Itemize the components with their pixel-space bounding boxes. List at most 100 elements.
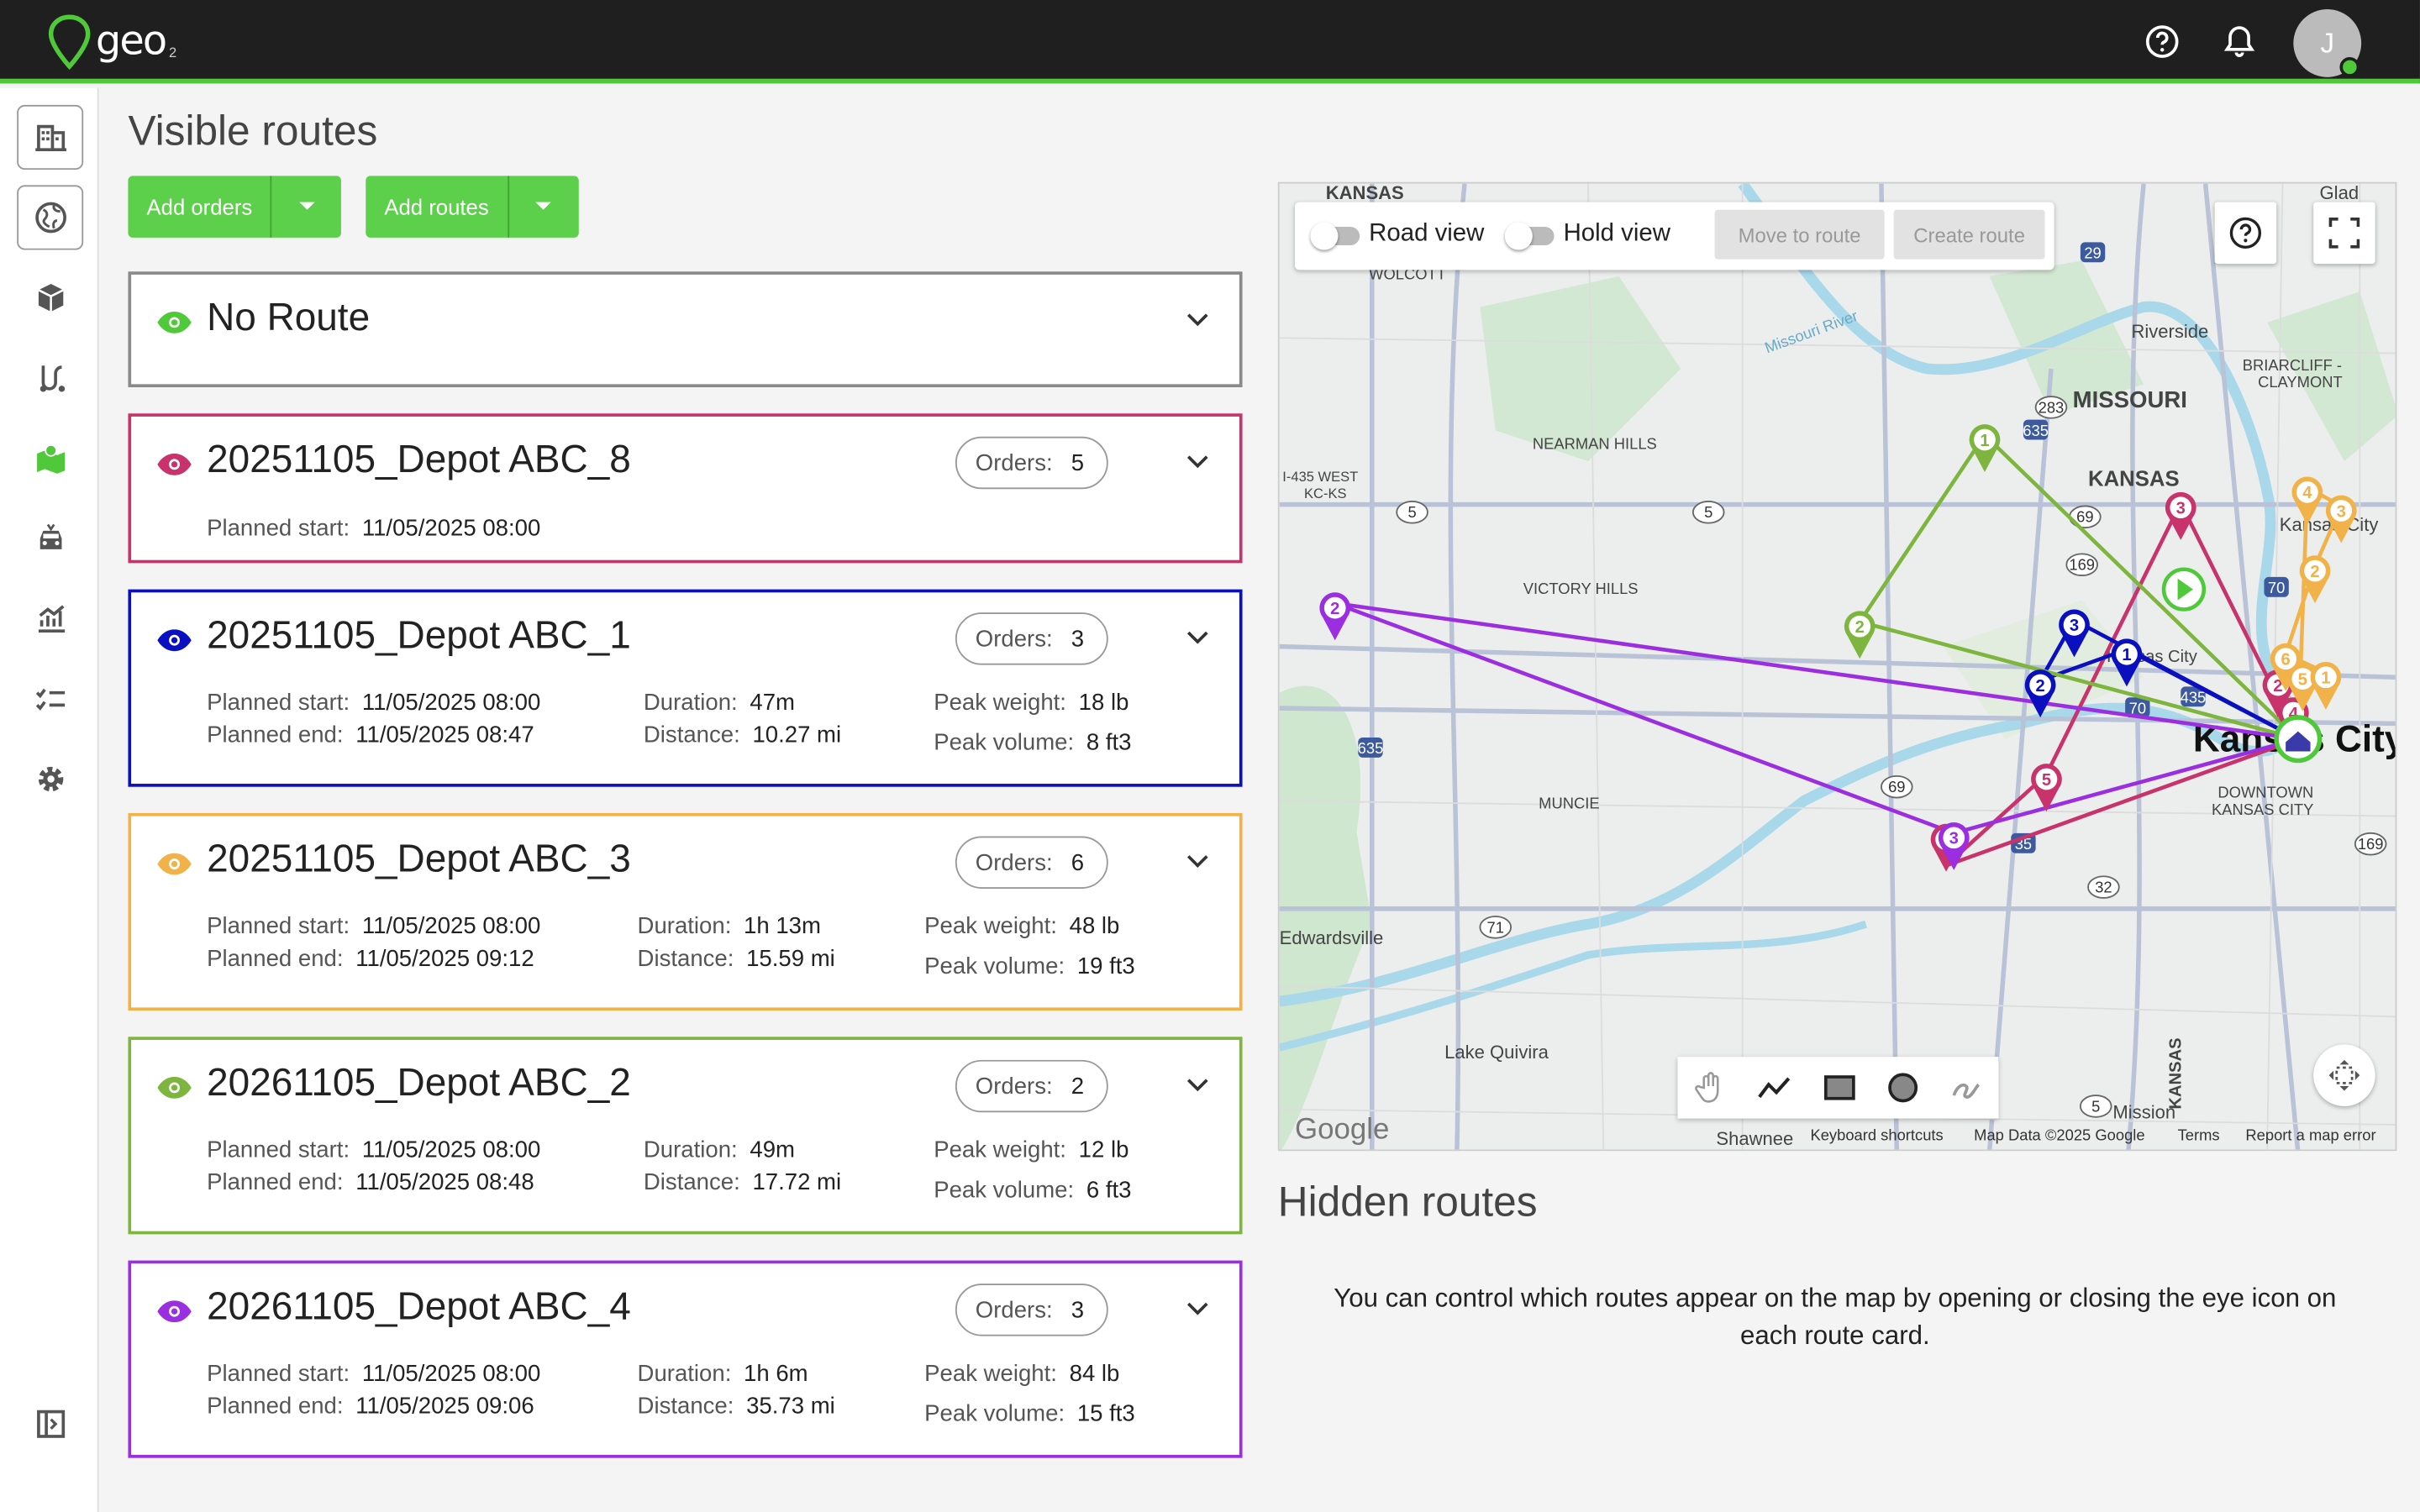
planned-start: Planned start: 11/05/2025 08:00 bbox=[207, 913, 540, 939]
bell-icon[interactable] bbox=[2219, 22, 2260, 62]
map-place-label: Edwardsville bbox=[1280, 927, 1384, 948]
distance-value: 15.59 mi bbox=[746, 945, 835, 973]
orders-label: Orders: bbox=[975, 849, 1053, 876]
peak-weight-value: 84 lb bbox=[1069, 1360, 1120, 1388]
orders-count: 2 bbox=[1071, 1073, 1085, 1100]
help-circle-icon bbox=[2229, 217, 2262, 249]
sidebar-item-regions[interactable] bbox=[17, 185, 84, 250]
chevron-down-icon[interactable] bbox=[1186, 454, 1208, 469]
planned-start-value: 11/05/2025 08:00 bbox=[361, 1360, 541, 1388]
road-view-toggle[interactable] bbox=[1310, 222, 1360, 250]
route-card[interactable]: 20251105_Depot ABC_1 Orders: 3 Planned star… bbox=[128, 589, 1243, 787]
no-route-card[interactable]: No Route bbox=[128, 271, 1243, 388]
eye-icon[interactable] bbox=[156, 452, 193, 476]
svg-text:3: 3 bbox=[1949, 830, 1959, 848]
route-card[interactable]: 20251105_Depot ABC_3 Orders: 6 Planned star… bbox=[128, 812, 1243, 1011]
svg-text:169: 169 bbox=[2358, 835, 2384, 853]
polyline-icon[interactable] bbox=[1756, 1074, 1793, 1101]
freehand-icon[interactable] bbox=[1949, 1071, 1983, 1105]
hand-icon[interactable] bbox=[1692, 1071, 1726, 1105]
sidebar-collapse-button[interactable] bbox=[17, 1392, 83, 1457]
hold-view-toggle[interactable] bbox=[1504, 222, 1555, 250]
chevron-down-icon[interactable] bbox=[1186, 1077, 1208, 1092]
map-help-button[interactable] bbox=[2214, 202, 2277, 265]
route-map[interactable]: KANSAS WOLCOTT Riverside BRIARCLIFF - CLAYMO… bbox=[1277, 181, 2397, 1152]
help-circle-icon[interactable] bbox=[2142, 22, 2182, 62]
fullscreen-icon bbox=[2328, 217, 2360, 249]
orders-label: Orders: bbox=[975, 449, 1053, 476]
chevron-down-icon[interactable] bbox=[1186, 312, 1208, 327]
svg-text:283: 283 bbox=[2039, 398, 2065, 416]
online-status-dot bbox=[2339, 56, 2360, 77]
recenter-button[interactable] bbox=[2313, 1044, 2375, 1106]
map-place-label: DOWNTOWN bbox=[2217, 784, 2313, 801]
map-place-label: Glad bbox=[2320, 184, 2360, 203]
sidebar-item-routes[interactable] bbox=[17, 345, 83, 410]
chevron-down-icon[interactable] bbox=[1186, 1300, 1208, 1315]
add-routes-button-group: Add routes bbox=[366, 176, 579, 238]
map-place-label: NEARMAN HILLS bbox=[1533, 434, 1657, 452]
terms-link[interactable]: Terms bbox=[2178, 1128, 2220, 1145]
start-marker[interactable] bbox=[2161, 567, 2207, 612]
planned-start-value: 11/05/2025 08:00 bbox=[361, 690, 541, 717]
road-shield: 5 bbox=[1691, 501, 1725, 524]
orders-count-badge: Orders: 5 bbox=[955, 436, 1108, 490]
map-canvas[interactable]: KANSASWOLCOTTRiversideBRIARCLIFF -CLAYMO… bbox=[1279, 183, 2397, 1152]
peak-volume-label: Peak volume: bbox=[924, 1400, 1065, 1427]
map-place-label: CLAYMONT bbox=[2258, 373, 2343, 391]
keyboard-shortcuts-link[interactable]: Keyboard shortcuts bbox=[1810, 1128, 1943, 1145]
sidebar-item-analytics[interactable] bbox=[17, 586, 83, 651]
chevron-down-icon[interactable] bbox=[1186, 629, 1208, 644]
sidebar-item-vehicles[interactable] bbox=[17, 506, 83, 570]
eye-icon[interactable] bbox=[156, 1299, 193, 1324]
add-routes-dropdown[interactable] bbox=[509, 176, 579, 237]
fullscreen-button[interactable] bbox=[2313, 202, 2375, 265]
sidebar-item-orders[interactable] bbox=[17, 265, 83, 330]
route-name: 20261105_Depot ABC_2 bbox=[207, 1061, 631, 1105]
create-route-button[interactable]: Create route bbox=[1893, 209, 2045, 260]
sidebar-item-depots[interactable] bbox=[17, 104, 84, 171]
svg-text:5: 5 bbox=[1704, 503, 1712, 521]
eye-icon[interactable] bbox=[156, 310, 193, 334]
peak-volume: Peak volume: 6 ft3 bbox=[934, 1177, 1131, 1203]
road-shield: 635 bbox=[2023, 419, 2049, 440]
map-place-label: MUNCIE bbox=[1539, 794, 1599, 811]
peak-weight-value: 18 lb bbox=[1078, 690, 1129, 717]
eye-icon[interactable] bbox=[156, 628, 193, 653]
peak-weight-label: Peak weight: bbox=[924, 1360, 1057, 1388]
checklist-icon bbox=[34, 688, 65, 711]
rectangle-icon[interactable] bbox=[1823, 1074, 1856, 1101]
svg-text:635: 635 bbox=[1358, 739, 1384, 757]
duration-value: 1h 13m bbox=[744, 913, 821, 940]
road-shield: 169 bbox=[2065, 553, 2098, 577]
top-bar: geo 2 J bbox=[0, 0, 2420, 84]
box-icon bbox=[37, 283, 63, 312]
depot-marker[interactable] bbox=[2274, 715, 2323, 764]
svg-text:71: 71 bbox=[1487, 918, 1504, 936]
caret-down-icon bbox=[299, 202, 315, 210]
add-orders-button[interactable]: Add orders bbox=[128, 176, 273, 238]
caret-down-icon bbox=[535, 202, 552, 210]
report-map-error-link[interactable]: Report a map error bbox=[2245, 1128, 2375, 1145]
sidebar-item-settings[interactable] bbox=[17, 747, 83, 811]
chevron-down-icon[interactable] bbox=[1186, 853, 1208, 869]
sidebar-item-tasks[interactable] bbox=[17, 666, 83, 731]
planned-end: Planned end: 11/05/2025 09:06 bbox=[207, 1394, 534, 1420]
app-logo[interactable]: geo 2 bbox=[46, 13, 176, 71]
road-shield: 29 bbox=[2080, 242, 2106, 263]
peak-weight: Peak weight: 48 lb bbox=[924, 913, 1119, 939]
eye-icon[interactable] bbox=[156, 1075, 193, 1100]
circle-icon[interactable] bbox=[1886, 1071, 1920, 1105]
route-card[interactable]: 20261105_Depot ABC_2 Orders: 2 Planned star… bbox=[128, 1037, 1243, 1235]
route-card[interactable]: 20261105_Depot ABC_4 Orders: 3 Planned star… bbox=[128, 1260, 1243, 1458]
move-to-route-button[interactable]: Move to route bbox=[1714, 209, 1885, 260]
add-routes-button[interactable]: Add routes bbox=[366, 176, 509, 238]
eye-icon[interactable] bbox=[156, 852, 193, 876]
add-orders-dropdown[interactable] bbox=[272, 176, 342, 237]
route-name: 20251105_Depot ABC_3 bbox=[207, 837, 631, 881]
svg-text:5: 5 bbox=[2298, 670, 2307, 689]
sidebar-item-map[interactable] bbox=[17, 426, 83, 491]
route-card[interactable]: 20251105_Depot ABC_8 Orders: 5 Planned st… bbox=[128, 413, 1243, 564]
road-view-label: Road view bbox=[1369, 220, 1485, 247]
hidden-routes-message: You can control which routes appear on t… bbox=[1334, 1284, 2337, 1351]
